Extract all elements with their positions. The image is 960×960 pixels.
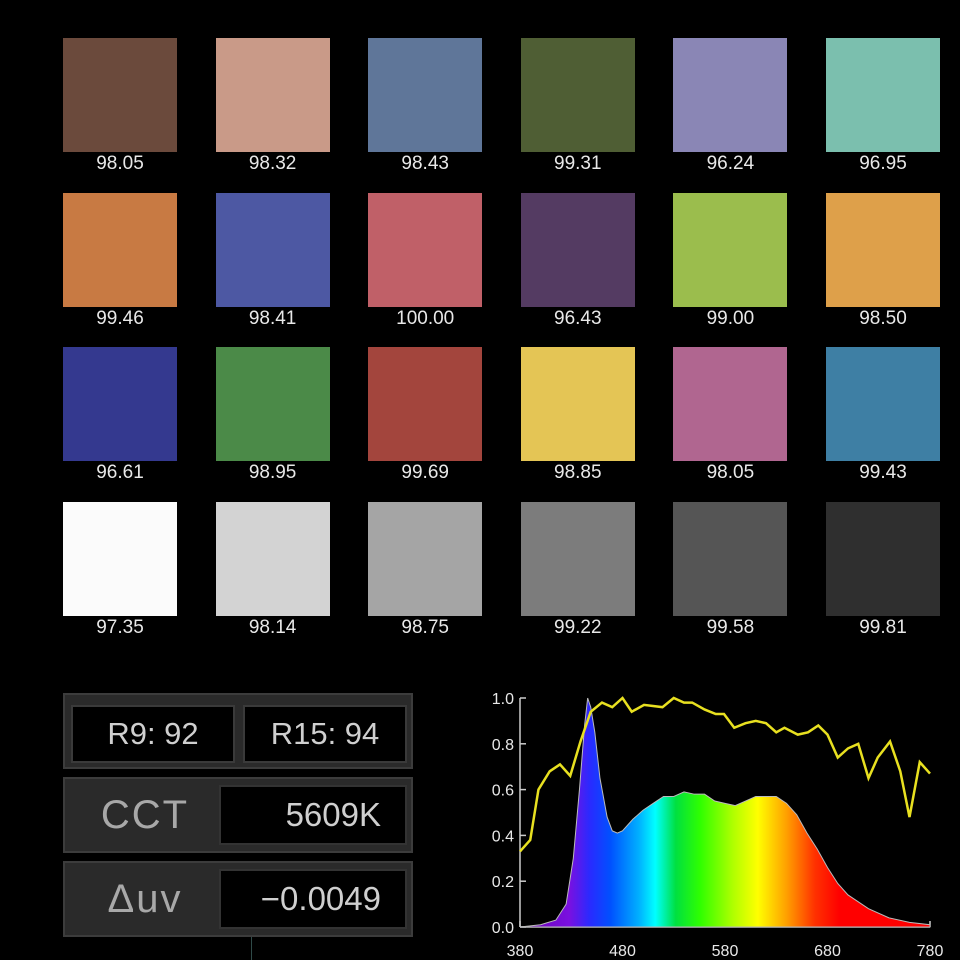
spectrum-area (519, 697, 931, 928)
x-tick-label: 480 (609, 943, 636, 960)
x-tick-label: 380 (507, 943, 534, 960)
y-tick-label: 1.0 (492, 691, 514, 708)
x-tick-label: 680 (814, 943, 841, 960)
y-tick-label: 0.0 (492, 920, 514, 937)
y-tick-label: 0.6 (492, 783, 514, 800)
y-tick-label: 0.8 (492, 737, 514, 754)
spectrum-chart: 0.0 0.2 0.4 0.6 0.8 1.0 380 480 580 680 780 (492, 691, 944, 960)
x-tick-label: 580 (712, 943, 739, 960)
y-tick-label: 0.4 (492, 828, 514, 845)
x-tick-label: 780 (917, 943, 944, 960)
y-tick-label: 0.2 (492, 874, 514, 891)
